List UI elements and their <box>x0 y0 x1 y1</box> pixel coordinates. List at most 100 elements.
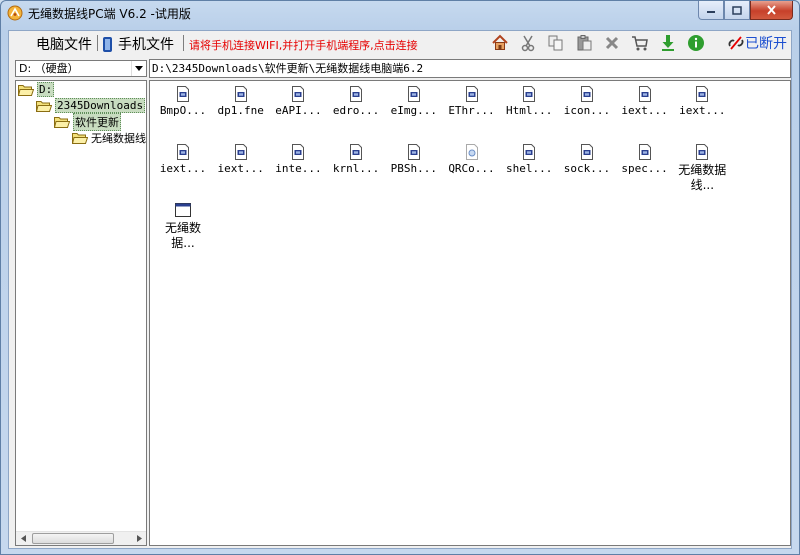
drive-select[interactable]: D: （硬盘） <box>15 60 147 77</box>
tree-label-root: D: <box>37 82 55 97</box>
file-icon <box>464 86 480 102</box>
file-name: PBSh... <box>390 162 437 175</box>
file-item[interactable]: 无绳数据线... <box>673 144 731 193</box>
close-icon <box>767 5 776 15</box>
file-item[interactable]: Html... <box>500 86 558 117</box>
scrollbar-thumb[interactable] <box>32 533 114 544</box>
folder-open-icon <box>54 116 70 128</box>
file-item[interactable]: BmpO... <box>154 86 212 117</box>
info-icon <box>688 35 704 51</box>
scroll-right-icon[interactable] <box>132 532 146 545</box>
home-icon <box>492 34 508 50</box>
file-name: spec... <box>621 162 668 175</box>
file-icon <box>579 144 595 160</box>
file-icon <box>694 144 710 160</box>
connection-hint: 请将手机连接WIFI,并打开手机端程序,点击连接 <box>189 39 418 52</box>
file-name: krnl... <box>332 162 380 175</box>
file-name: inte... <box>275 162 322 175</box>
tree-horizontal-scrollbar[interactable] <box>16 531 146 545</box>
scroll-left-icon[interactable] <box>16 532 30 545</box>
file-icon <box>521 86 537 102</box>
file-icon <box>290 86 306 102</box>
file-name: eAPI... <box>275 104 322 117</box>
drive-select-value: D: （硬盘） <box>19 62 79 75</box>
file-name: shel... <box>506 162 553 175</box>
file-icon <box>348 86 364 102</box>
file-name: icon... <box>563 104 611 117</box>
file-icon <box>637 86 653 102</box>
folder-open-icon <box>72 132 88 144</box>
copy-button[interactable] <box>547 34 565 52</box>
file-item[interactable]: iext... <box>212 144 270 175</box>
download-button[interactable] <box>659 34 677 52</box>
maximize-button[interactable] <box>724 1 750 20</box>
file-item[interactable]: krnl... <box>327 144 385 175</box>
file-name: sock... <box>563 162 611 175</box>
file-name: 无绳数据线... <box>678 163 727 192</box>
file-list[interactable]: BmpO... dp1.fne eAPI... edro... eImg... EThr.… <box>149 80 791 546</box>
cut-button[interactable] <box>519 34 537 52</box>
file-icon <box>175 86 191 102</box>
tab-phone-label: 手机文件 <box>118 37 174 53</box>
file-name: iext... <box>217 162 264 175</box>
tab-pc-files[interactable]: 电脑文件 <box>36 34 92 54</box>
file-item[interactable]: inte... <box>269 144 327 175</box>
folder-tree[interactable]: D: 2345Downloads 软件更新 无绳数据线 <box>15 80 147 546</box>
info-button[interactable] <box>687 34 705 52</box>
minimize-button[interactable] <box>698 1 724 20</box>
file-item[interactable]: edro... <box>327 86 385 117</box>
app-window: 无绳数据线PC端 V6.2 -试用版 电脑文件 手机文件 请将手机连接WIFI,… <box>0 0 800 555</box>
cart-button[interactable] <box>631 34 649 52</box>
file-item[interactable]: sock... <box>558 144 616 175</box>
tree-node-root[interactable]: D: <box>18 82 55 97</box>
file-icon <box>406 86 422 102</box>
file-icon <box>579 86 595 102</box>
file-item[interactable]: eImg... <box>385 86 443 117</box>
file-item[interactable]: shel... <box>500 144 558 175</box>
folder-open-icon <box>36 100 52 112</box>
tab-phone-files[interactable]: 手机文件 <box>103 34 174 54</box>
file-item[interactable]: iext... <box>154 144 212 175</box>
client-area: 电脑文件 手机文件 请将手机连接WIFI,并打开手机端程序,点击连接 已断开 D… <box>8 30 792 549</box>
application-window-icon <box>175 202 191 218</box>
cut-icon <box>521 35 535 52</box>
file-item[interactable]: spec... <box>616 144 674 175</box>
file-item[interactable]: iext... <box>673 86 731 117</box>
file-name: EThr... <box>448 104 495 117</box>
window-controls <box>698 1 793 20</box>
file-name: 无绳数据... <box>164 221 201 250</box>
tree-node-software-updates[interactable]: 软件更新 <box>54 112 121 131</box>
file-item[interactable]: PBSh... <box>385 144 443 175</box>
path-field[interactable]: D:\2345Downloads\软件更新\无绳数据线电脑端6.2 <box>149 59 791 78</box>
tree-node-downloads[interactable]: 2345Downloads <box>36 98 146 113</box>
app-logo-icon <box>7 5 23 21</box>
minimize-icon <box>707 11 715 13</box>
title-bar[interactable]: 无绳数据线PC端 V6.2 -试用版 <box>1 1 799 25</box>
cart-icon <box>632 36 648 51</box>
delete-button[interactable] <box>603 34 621 52</box>
paste-button[interactable] <box>575 34 593 52</box>
image-file-icon <box>464 144 480 160</box>
file-icon <box>637 144 653 160</box>
file-item[interactable]: iext... <box>616 86 674 117</box>
download-icon <box>662 35 674 51</box>
file-item[interactable]: 无绳数据... <box>154 202 212 251</box>
home-button[interactable] <box>491 34 509 52</box>
connection-status-button[interactable]: 已断开 <box>727 34 787 52</box>
file-icon <box>233 86 249 102</box>
file-item[interactable]: dp1.fne <box>212 86 270 117</box>
phone-icon <box>103 36 112 52</box>
close-button[interactable] <box>750 1 793 20</box>
file-item[interactable]: icon... <box>558 86 616 117</box>
tree-node-app-folder[interactable]: 无绳数据线 <box>72 130 146 145</box>
file-icon <box>233 144 249 160</box>
disconnected-link-icon <box>728 36 744 50</box>
file-item[interactable]: QRCo... <box>443 144 501 175</box>
file-item[interactable]: eAPI... <box>269 86 327 117</box>
file-item[interactable]: EThr... <box>443 86 501 117</box>
file-name: QRCo... <box>448 162 495 175</box>
dropdown-arrow-icon[interactable] <box>131 61 146 76</box>
file-name: edro... <box>332 104 380 117</box>
toolbar: 电脑文件 手机文件 请将手机连接WIFI,并打开手机端程序,点击连接 已断开 <box>9 31 791 56</box>
paste-icon <box>577 35 592 51</box>
